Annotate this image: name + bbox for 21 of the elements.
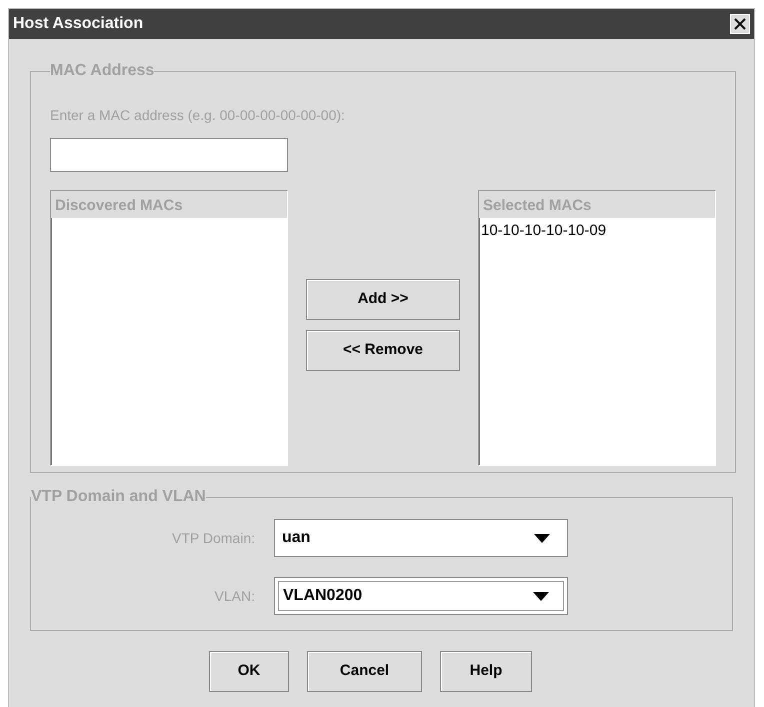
dropdown[interactable]: VLAN0200	[274, 577, 568, 615]
group-title: VTP Domain and VLAN	[31, 487, 206, 507]
hint-text: Enter a MAC address (e.g. 00-00-00-00-00-00):	[50, 106, 346, 125]
list-item[interactable]: 10-10-10-10-10-09	[479, 218, 715, 240]
field-label: VTP Domain:	[171, 528, 256, 548]
dropdown-arrow-icon	[533, 592, 549, 600]
dropdown[interactable]: uan	[274, 519, 568, 557]
dialog-button[interactable]: OK	[209, 651, 289, 692]
dialog-button[interactable]: Cancel	[307, 651, 422, 692]
dropdown-arrow-icon	[534, 534, 550, 542]
list-box[interactable]: Selected MACs 10-10-10-10-10-09	[478, 190, 716, 466]
dialog-button[interactable]: Help	[440, 651, 532, 692]
close-icon[interactable]	[730, 14, 750, 34]
list-header: Selected MACs	[479, 191, 715, 218]
list-header: Discovered MACs	[51, 191, 287, 218]
field-label: VLAN:	[214, 586, 256, 606]
group-title: MAC Address	[50, 61, 154, 81]
dialog-button[interactable]: Add >>	[306, 279, 460, 320]
window-title: Host Association	[13, 14, 144, 34]
mac-address-field[interactable]	[50, 138, 288, 172]
dialog-button[interactable]: << Remove	[306, 330, 460, 371]
